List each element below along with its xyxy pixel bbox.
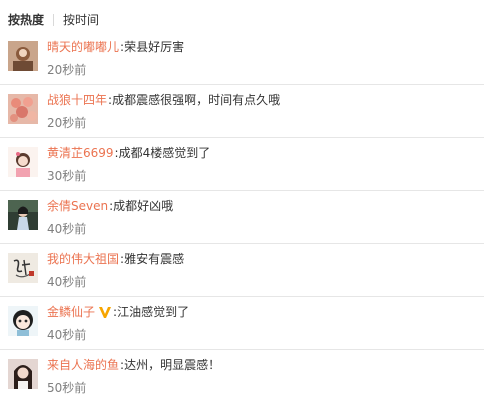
comment-time: 40秒前 [47,275,87,289]
verified-badge-icon [98,305,112,319]
comment-item: 我的伟大祖国 : 雅安有震感 40秒前 [0,244,484,297]
sort-tabs: 按热度 按时间 [8,10,99,30]
comment-header: 金鳞仙子 : 江油感觉到了 [47,304,189,320]
comment-text: 成都好凶哦 [113,199,174,213]
comment-item: 战狼十四年 : 成都震感很强啊，时间有点久哦 20秒前 [0,85,484,138]
comment-text: 成都震感很强啊，时间有点久哦 [112,93,281,107]
avatar-photo-icon [8,147,38,177]
comment-time: 30秒前 [47,169,87,183]
avatar-photo-icon [8,94,38,124]
comment-text: 荣县好厉害 [124,40,185,54]
comment-text: 雅安有震感 [124,252,185,266]
sort-by-time-tab[interactable]: 按时间 [63,10,99,30]
comment-username[interactable]: 余倩Seven [47,198,108,214]
comment-list: 晴天的嘟嘟儿 : 荣县好厉害 20秒前 战狼十四年 : 成都震感很强啊，时间有点… [0,32,484,402]
comment-username[interactable]: 金鳞仙子 [47,304,95,320]
avatar[interactable] [8,94,38,124]
comment-header: 黄清芷6699 : 成都4楼感觉到了 [47,145,210,161]
comment-username[interactable]: 来自人海的鱼 [47,357,119,373]
comment-header: 战狼十四年 : 成都震感很强啊，时间有点久哦 [47,92,280,108]
avatar-cartoon-icon [8,306,38,336]
avatar[interactable] [8,147,38,177]
avatar-photo-icon [8,359,38,389]
avatar[interactable] [8,359,38,389]
comment-username[interactable]: 黄清芷6699 [47,145,114,161]
avatar-calligraphy-icon [8,253,38,283]
avatar-photo-icon [8,41,38,71]
avatar-photo-icon [8,200,38,230]
comment-username[interactable]: 晴天的嘟嘟儿 [47,39,119,55]
avatar[interactable] [8,306,38,336]
avatar[interactable] [8,200,38,230]
comment-header: 来自人海的鱼 : 达州，明显震感！ [47,357,220,373]
comment-username[interactable]: 我的伟大祖国 [47,251,119,267]
comment-text: 江油感觉到了 [117,305,190,319]
comment-item: 黄清芷6699 : 成都4楼感觉到了 30秒前 [0,138,484,191]
comment-item: 晴天的嘟嘟儿 : 荣县好厉害 20秒前 [0,32,484,85]
avatar[interactable] [8,253,38,283]
comment-time: 40秒前 [47,328,87,342]
sort-divider [53,14,55,26]
comment-item: 来自人海的鱼 : 达州，明显震感！ 50秒前 [0,350,484,402]
comment-time: 40秒前 [47,222,87,236]
comment-time: 20秒前 [47,63,87,77]
comment-header: 余倩Seven : 成都好凶哦 [47,198,173,214]
comment-text: 达州，明显震感！ [124,358,221,372]
comment-item: 金鳞仙子 : 江油感觉到了 40秒前 [0,297,484,350]
sort-by-popularity-tab[interactable]: 按热度 [8,10,44,30]
comment-time: 20秒前 [47,116,87,130]
comment-item: 余倩Seven : 成都好凶哦 40秒前 [0,191,484,244]
comment-header: 晴天的嘟嘟儿 : 荣县好厉害 [47,39,184,55]
comment-header: 我的伟大祖国 : 雅安有震感 [47,251,184,267]
comment-username[interactable]: 战狼十四年 [47,92,107,108]
comment-time: 50秒前 [47,381,87,395]
avatar[interactable] [8,41,38,71]
comment-text: 成都4楼感觉到了 [118,146,211,160]
